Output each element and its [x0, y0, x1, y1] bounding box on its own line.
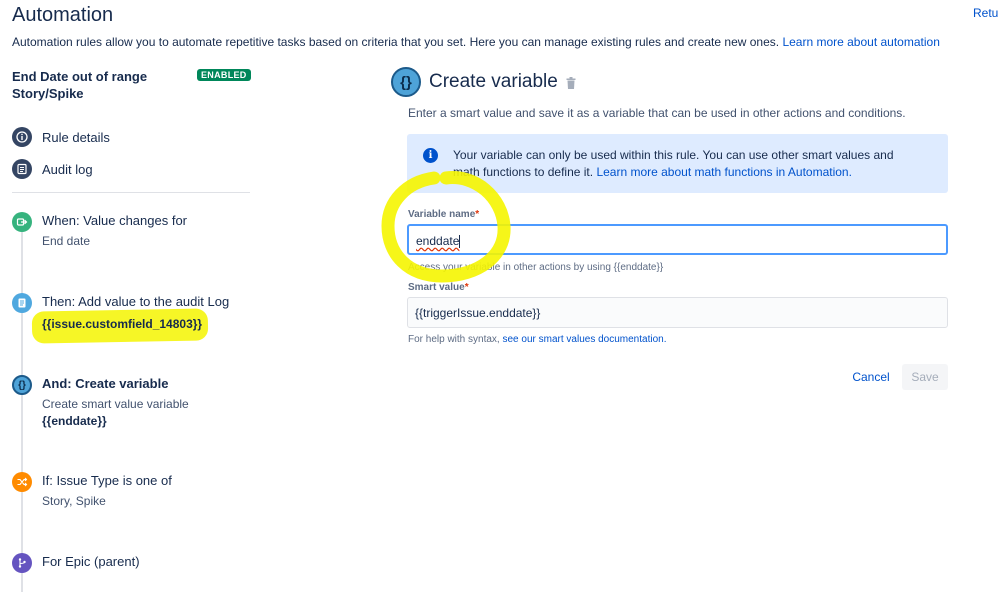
return-link[interactable]: Retu: [973, 6, 998, 20]
variable-icon: {}: [12, 375, 32, 395]
panel-description: Enter a smart value and save it as a var…: [408, 106, 906, 120]
save-button[interactable]: Save: [902, 364, 948, 390]
step-subtitle: Create smart value variable: [42, 397, 189, 411]
step-code: {{enddate}}: [42, 414, 107, 428]
step-subtitle: End date: [42, 234, 91, 248]
step-code: {{issue.customfield_14803}}: [42, 317, 203, 331]
step-subtitle: Story, Spike: [42, 494, 106, 508]
page-description-text: Automation rules allow you to automate r…: [12, 35, 780, 49]
page-description: Automation rules allow you to automate r…: [12, 35, 940, 49]
sidebar-item-audit-log[interactable]: Audit log: [12, 159, 93, 179]
page-title: Automation: [12, 4, 114, 26]
rule-title: End Date out of range Story/Spike: [12, 69, 148, 101]
sidebar-item-label: Audit log: [42, 161, 93, 177]
info-icon: [12, 127, 32, 147]
sidebar-divider: [12, 192, 250, 193]
panel-title: Create variable: [429, 71, 558, 92]
info-message: Your variable can only be used within th…: [453, 147, 923, 181]
trash-icon[interactable]: [566, 77, 576, 89]
sidebar-item-rule-details[interactable]: Rule details: [12, 127, 110, 147]
smart-value-help: For help with syntax, see our smart valu…: [408, 334, 667, 345]
list-icon: [12, 159, 32, 179]
math-functions-link[interactable]: Learn more about math functions in Autom…: [596, 165, 852, 179]
branch-icon: [12, 553, 32, 573]
step-title: And: Create variable: [42, 376, 169, 391]
smart-value-input[interactable]: {{triggerIssue.enddate}}: [407, 297, 948, 328]
status-badge: ENABLED: [197, 69, 251, 81]
step-title: When: Value changes for: [42, 213, 188, 228]
smart-values-doc-link[interactable]: see our smart values documentation.: [503, 334, 667, 345]
step-title: If: Issue Type is one of: [42, 473, 172, 488]
learn-more-automation-link[interactable]: Learn more about automation: [782, 35, 939, 49]
audit-log-icon: [12, 293, 32, 313]
cancel-button[interactable]: Cancel: [845, 364, 897, 390]
highlight-circle: [381, 171, 511, 283]
step-title: Then: Add value to the audit Log: [42, 294, 230, 309]
condition-icon: [12, 472, 32, 492]
sidebar-item-label: Rule details: [42, 129, 110, 145]
info-icon: i: [423, 148, 438, 163]
trigger-icon: [12, 212, 32, 232]
rule-timeline: [21, 230, 23, 592]
variable-icon: {}: [391, 67, 421, 97]
smart-value-text: {{triggerIssue.enddate}}: [415, 306, 541, 320]
step-title: For Epic (parent): [42, 554, 140, 569]
